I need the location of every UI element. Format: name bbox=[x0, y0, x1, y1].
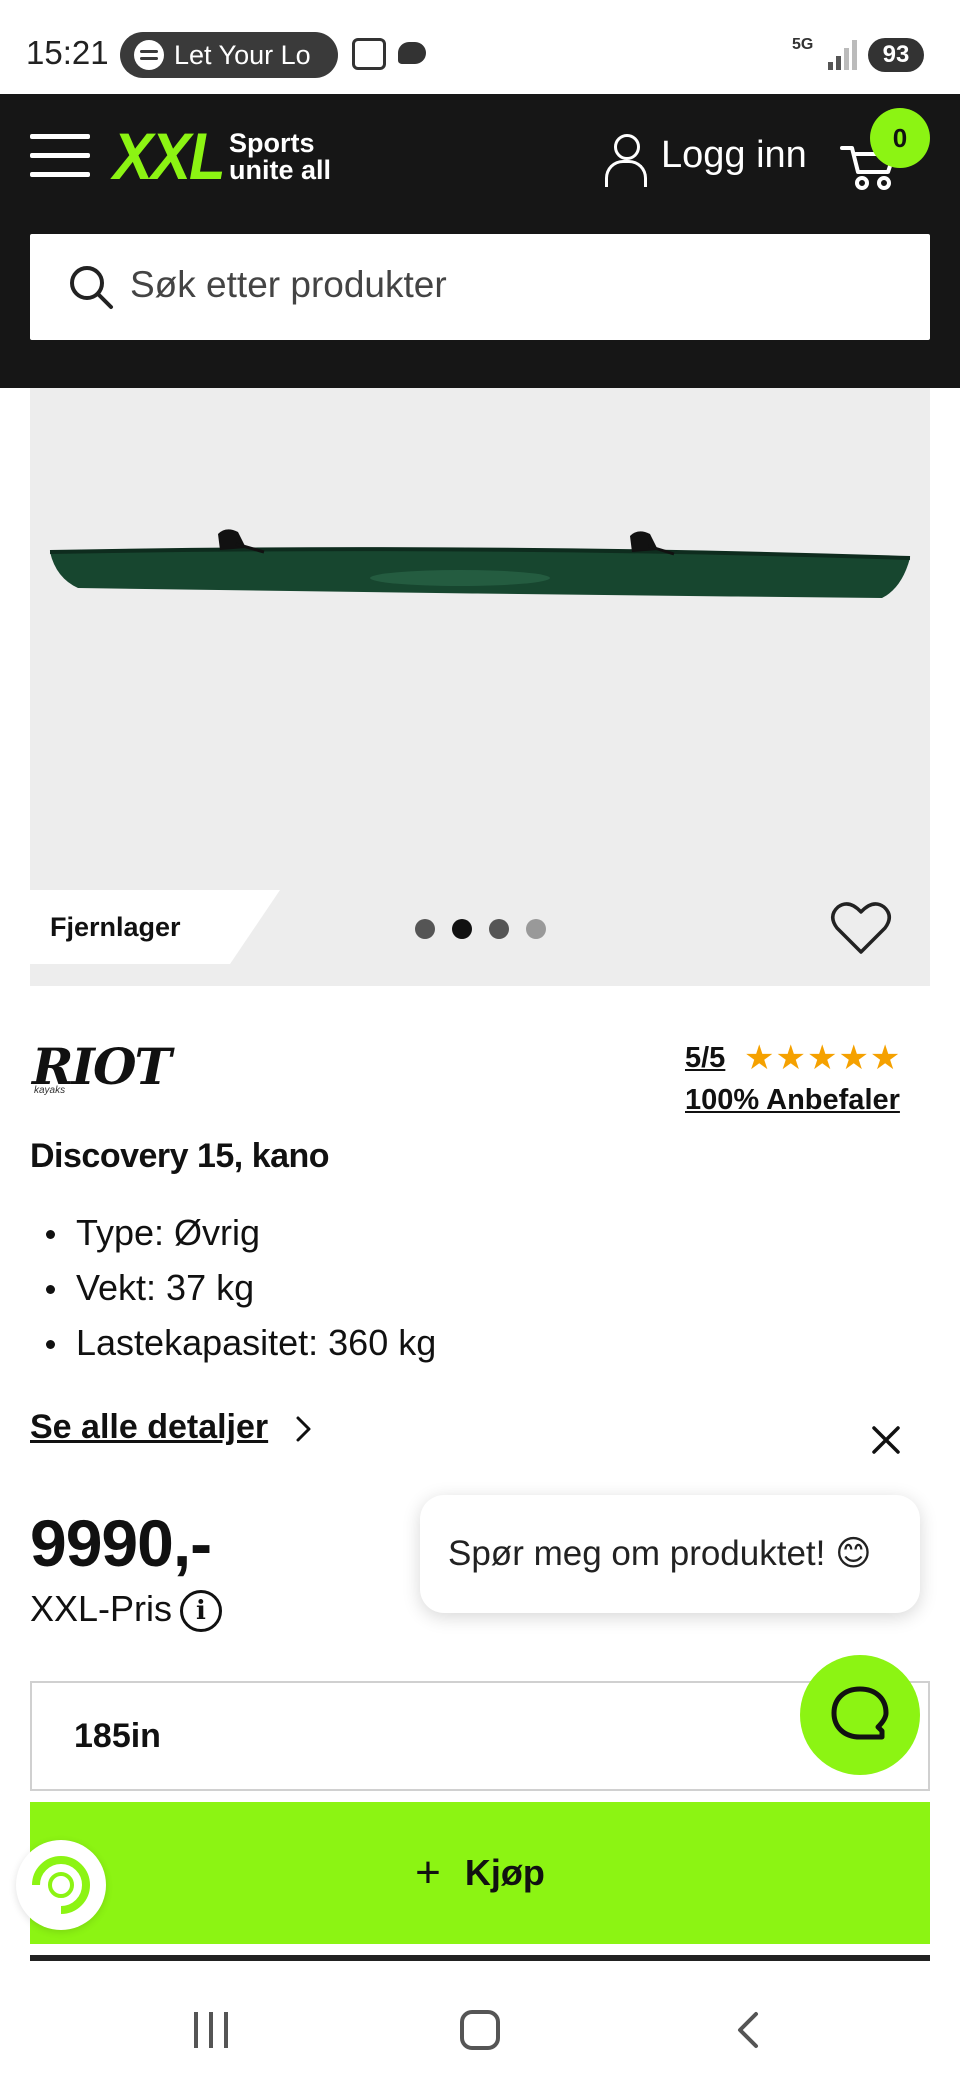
tagline-line1: Sports bbox=[229, 128, 315, 158]
spec-item: Type: Øvrig bbox=[46, 1205, 436, 1260]
spec-item: Lastekapasitet: 360 kg bbox=[46, 1315, 436, 1370]
search-placeholder: Søk etter produkter bbox=[130, 264, 447, 305]
chevron-right-icon[interactable] bbox=[295, 1414, 313, 1444]
search-input[interactable]: Søk etter produkter bbox=[30, 234, 930, 340]
signal-icon bbox=[824, 38, 858, 70]
chat-button[interactable] bbox=[800, 1655, 920, 1775]
buy-label: Kjøp bbox=[464, 1852, 545, 1893]
divider bbox=[30, 1955, 930, 1961]
battery-indicator: 93 bbox=[868, 38, 924, 72]
home-icon[interactable] bbox=[460, 2010, 500, 2050]
price-label: XXL-Pris bbox=[30, 1588, 173, 1629]
screenshot-icon bbox=[352, 38, 386, 70]
info-icon[interactable]: i bbox=[180, 1590, 222, 1632]
buy-button[interactable]: + Kjøp bbox=[30, 1802, 930, 1944]
rating-score[interactable]: 5/5 bbox=[685, 1042, 725, 1075]
chat-icon bbox=[831, 1686, 889, 1740]
size-select[interactable]: 185in bbox=[30, 1681, 930, 1791]
user-icon[interactable] bbox=[605, 134, 647, 187]
back-icon[interactable] bbox=[734, 2010, 760, 2050]
close-icon[interactable] bbox=[866, 1420, 906, 1460]
see-details-link[interactable]: Se alle detaljer bbox=[30, 1408, 268, 1447]
chat-prompt-bubble[interactable]: Spør meg om produktet! 😊 bbox=[420, 1495, 920, 1613]
recycle-icon[interactable] bbox=[16, 1840, 106, 1930]
media-text: Let Your Lo bbox=[174, 39, 311, 70]
status-time: 15:21 bbox=[26, 34, 109, 71]
product-page: 15:21 Let Your Lo 5G 93 XXL Sports unite… bbox=[0, 0, 960, 2080]
gallery-dot-3[interactable] bbox=[489, 919, 509, 939]
stock-badge: Fjernlager bbox=[30, 890, 280, 964]
gallery-dot-1[interactable] bbox=[415, 919, 435, 939]
product-brand-logo[interactable]: RIOT kayaks bbox=[32, 1042, 182, 1098]
product-specs: Type: Øvrig Vekt: 37 kg Lastekapasitet: … bbox=[46, 1205, 436, 1370]
spec-item: Vekt: 37 kg bbox=[46, 1260, 436, 1315]
canoe-image bbox=[49, 529, 911, 598]
status-bar: 15:21 Let Your Lo 5G 93 bbox=[0, 0, 960, 94]
search-icon bbox=[70, 266, 113, 309]
recents-icon[interactable] bbox=[192, 2012, 232, 2048]
gallery-dots[interactable] bbox=[415, 919, 546, 939]
network-type: 5G bbox=[792, 36, 814, 53]
star-rating-icon: ★★★★★ bbox=[744, 1039, 902, 1077]
brand-logo-subtext: kayaks bbox=[34, 1085, 66, 1096]
spotify-icon bbox=[134, 40, 164, 70]
menu-icon[interactable] bbox=[30, 134, 90, 178]
heart-icon[interactable] bbox=[830, 900, 892, 956]
system-nav-bar bbox=[0, 1962, 960, 2080]
recommend-link[interactable]: 100% Anbefaler bbox=[685, 1084, 900, 1117]
brand-logo[interactable]: XXL bbox=[113, 119, 226, 195]
site-header: XXL Sports unite all Logg inn 0 Søk ette… bbox=[0, 94, 960, 388]
brand-tagline: Sports unite all bbox=[229, 130, 349, 184]
gallery-dot-4[interactable] bbox=[526, 919, 546, 939]
gallery-dot-2[interactable] bbox=[452, 919, 472, 939]
media-pill[interactable]: Let Your Lo bbox=[120, 32, 338, 78]
tagline-line2: unite all bbox=[229, 155, 332, 185]
cart-count-badge[interactable]: 0 bbox=[870, 108, 930, 168]
plus-icon: + bbox=[415, 1848, 441, 1897]
product-title: Discovery 15, kano bbox=[30, 1137, 330, 1175]
product-image-gallery[interactable]: Fjernlager bbox=[30, 388, 930, 986]
login-link[interactable]: Logg inn bbox=[661, 134, 807, 177]
chat-notification-icon bbox=[398, 42, 426, 64]
product-price: 9990,- bbox=[30, 1506, 212, 1580]
